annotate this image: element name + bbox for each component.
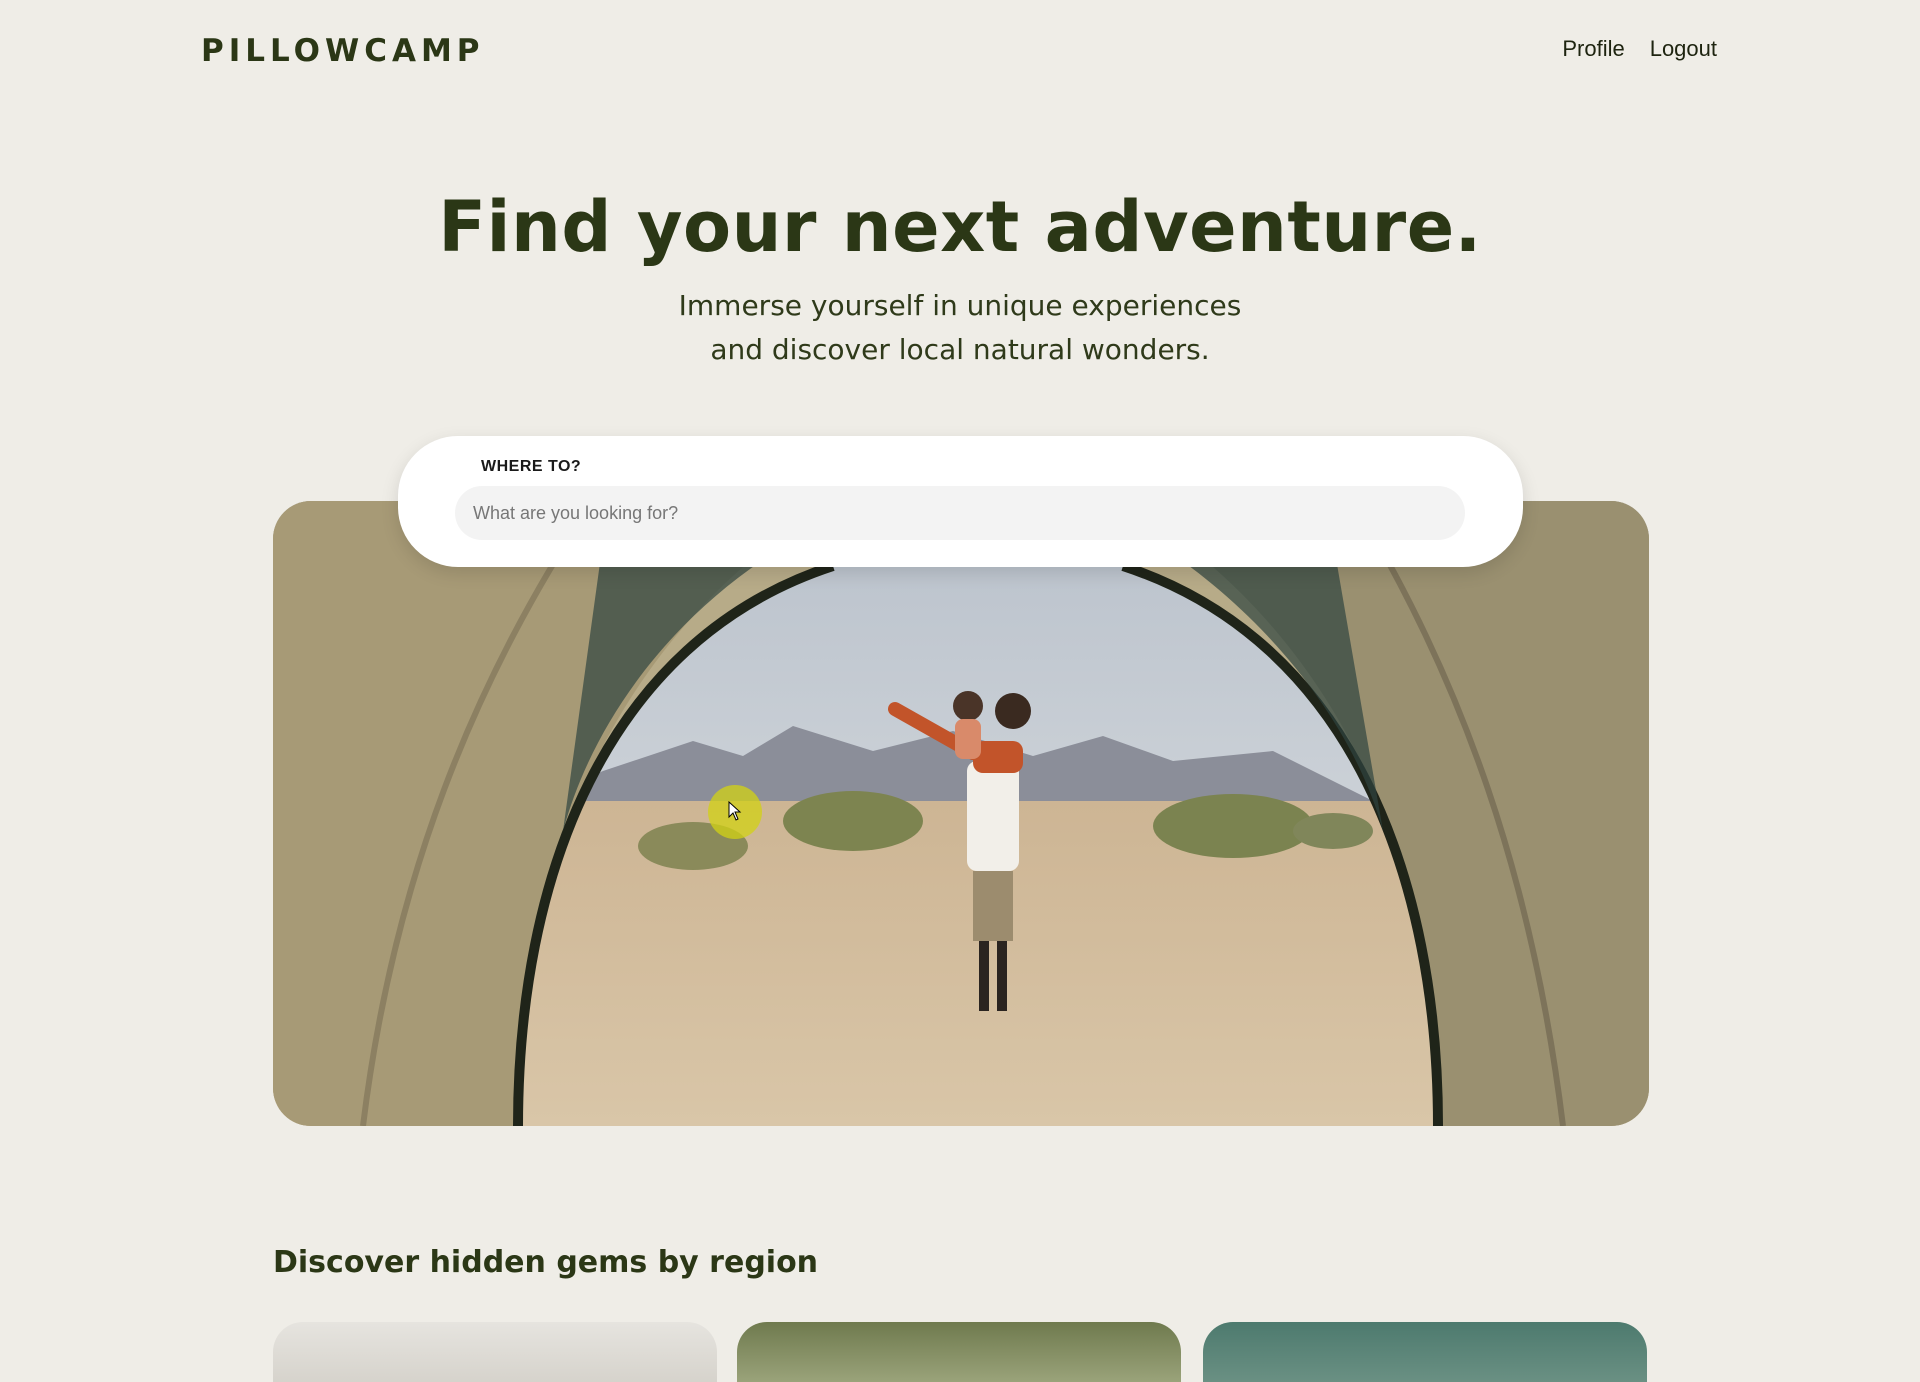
search-label: WHERE TO? [481,458,582,475]
pointer-icon [728,801,742,821]
regions-section-title: Discover hidden gems by region [273,1245,819,1280]
profile-link[interactable]: Profile [1562,36,1624,62]
hero-subtitle: Immerse yourself in unique experiences a… [0,284,1920,372]
search-input[interactable] [455,486,1465,540]
hero-subtitle-line-2: and discover local natural wonders. [710,333,1210,366]
region-card-3[interactable] [1203,1322,1647,1382]
pillowcamp-logo[interactable]: PILLOWCAMP [201,33,485,69]
mouse-cursor-highlight [708,785,762,839]
hero-image [273,501,1649,1126]
search-panel: WHERE TO? [398,436,1523,567]
region-card-1[interactable] [273,1322,717,1382]
top-nav: Profile Logout [1562,36,1717,62]
hero-title: Find your next adventure. [438,186,1482,268]
logout-link[interactable]: Logout [1650,36,1717,62]
hero-subtitle-line-1: Immerse yourself in unique experiences [678,289,1242,322]
tent-desert-illustration [273,501,1649,1126]
region-card-2[interactable] [737,1322,1181,1382]
